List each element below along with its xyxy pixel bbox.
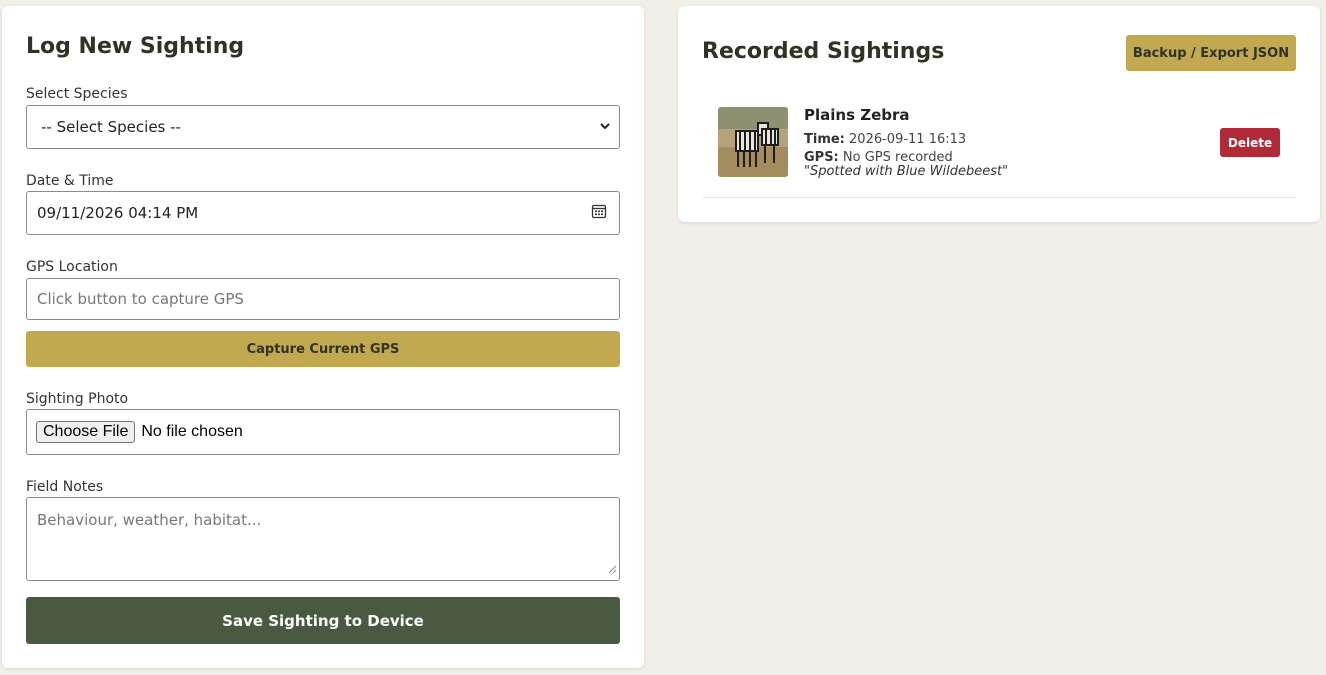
gps-label: GPS Location [26,259,118,275]
sighting-notes: "Spotted with Blue Wildebeest" [804,164,1009,179]
species-select[interactable]: -- Select Species -- [26,105,620,149]
resize-handle-icon[interactable] [607,560,617,578]
sighting-time-value: 2026-09-11 16:13 [849,132,967,147]
sighting-gps-label: GPS: [804,150,839,165]
gps-placeholder: Click button to capture GPS [37,290,244,308]
photo-file-input[interactable]: Choose File No file chosen [26,409,620,455]
species-label: Select Species [26,86,128,102]
notes-label: Field Notes [26,479,104,495]
sighting-gps-value: No GPS recorded [842,150,953,165]
file-status: No file chosen [141,423,243,440]
calendar-icon[interactable] [591,203,607,223]
sighting-photo-thumbnail [718,107,788,177]
datetime-value: 09/11/2026 04:14 PM [37,204,199,222]
log-sighting-card: Log New Sighting Select Species -- Selec… [2,6,644,668]
datetime-label: Date & Time [26,173,114,189]
capture-gps-button[interactable]: Capture Current GPS [26,331,620,367]
export-json-button[interactable]: Backup / Export JSON [1126,35,1296,71]
species-select-value: -- Select Species -- [41,118,181,136]
datetime-input[interactable]: 09/11/2026 04:14 PM [26,191,620,235]
recorded-sightings-card: Recorded Sightings Backup / Export JSON … [678,6,1320,222]
notes-placeholder: Behaviour, weather, habitat... [37,511,262,529]
chevron-down-icon [599,118,611,136]
notes-textarea[interactable]: Behaviour, weather, habitat... [26,497,620,581]
delete-sighting-button[interactable]: Delete [1220,128,1280,157]
sighting-time: Time: 2026-09-11 16:13 [804,132,966,147]
save-sighting-button[interactable]: Save Sighting to Device [26,597,620,644]
sighting-time-label: Time: [804,132,845,147]
sighting-species-name: Plains Zebra [804,106,910,124]
gps-input[interactable]: Click button to capture GPS [26,278,620,320]
photo-label: Sighting Photo [26,391,129,407]
form-title: Log New Sighting [26,34,245,59]
choose-file-button[interactable]: Choose File [36,421,136,443]
sighting-gps: GPS: No GPS recorded [804,150,953,165]
sighting-item: Plains Zebra Time: 2026-09-11 16:13 GPS:… [702,98,1296,198]
sightings-title: Recorded Sightings [702,39,945,64]
